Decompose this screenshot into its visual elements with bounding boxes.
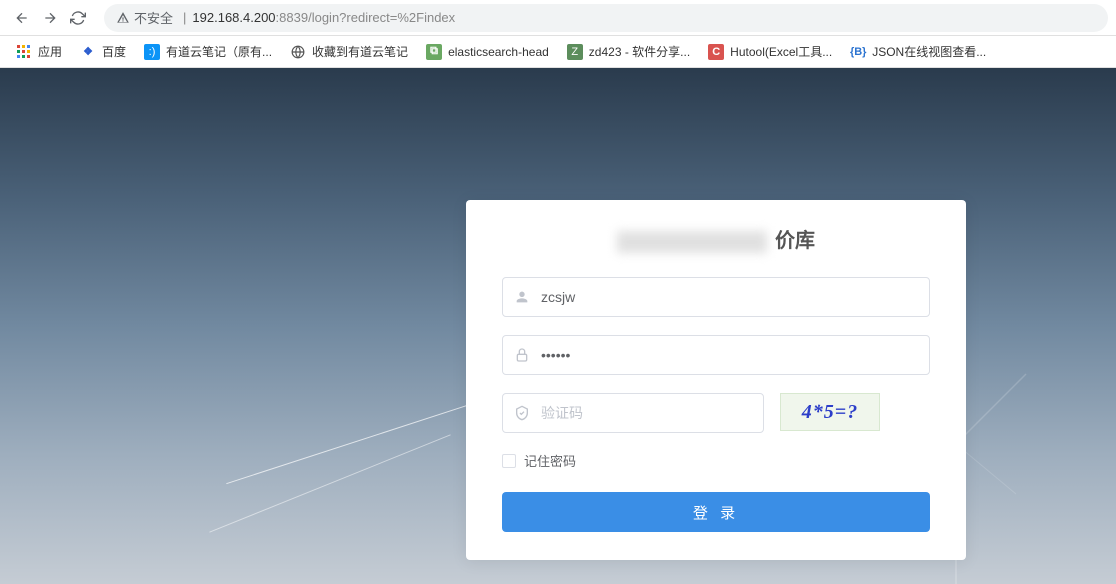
login-title: 价库: [502, 224, 930, 253]
json-icon: {B}: [850, 44, 866, 60]
apps-label: 应用: [38, 43, 62, 60]
bookmark-es[interactable]: ⧉ elasticsearch-head: [418, 40, 557, 64]
title-suffix: 价库: [775, 230, 815, 252]
url-port: :8839: [276, 10, 309, 25]
bookmark-label: 收藏到有道云笔记: [312, 43, 408, 60]
apps-icon: [16, 44, 32, 60]
user-icon: [514, 289, 530, 305]
bookmarks-bar: 应用 ❖ 百度 :) 有道云笔记（原有... 收藏到有道云笔记 ⧉ elasti…: [0, 36, 1116, 68]
bookmark-label: Hutool(Excel工具...: [730, 43, 832, 60]
reload-button[interactable]: [64, 4, 92, 32]
username-input[interactable]: [502, 277, 930, 317]
forward-button[interactable]: [36, 4, 64, 32]
bookmark-label: zd423 - 软件分享...: [589, 43, 690, 60]
bookmark-label: 百度: [102, 43, 126, 60]
login-panel: 价库 4*5=? 记住密码 登 录: [466, 200, 966, 560]
baidu-icon: ❖: [80, 44, 96, 60]
bookmark-youdao[interactable]: :) 有道云笔记（原有...: [136, 39, 280, 64]
zd-icon: Z: [567, 44, 583, 60]
remember-checkbox[interactable]: [502, 454, 516, 468]
remember-label[interactable]: 记住密码: [524, 451, 576, 470]
security-text: 不安全: [134, 8, 173, 27]
url-path: /login?redirect=%2Findex: [308, 10, 455, 25]
shield-check-icon: [514, 405, 530, 421]
bookmark-youdao-fav[interactable]: 收藏到有道云笔记: [282, 39, 416, 64]
title-blurred-part: [617, 231, 767, 253]
captcha-image[interactable]: 4*5=?: [780, 393, 880, 431]
url-separator: |: [183, 10, 186, 25]
arrow-right-icon: [42, 10, 58, 26]
captcha-input[interactable]: [502, 393, 764, 433]
bookmark-hutool[interactable]: C Hutool(Excel工具...: [700, 39, 840, 64]
youdao-icon: :): [144, 44, 160, 60]
arrow-left-icon: [14, 10, 30, 26]
es-icon: ⧉: [426, 44, 442, 60]
security-warning: 不安全: [116, 8, 173, 27]
bookmark-json[interactable]: {B} JSON在线视图查看...: [842, 39, 994, 64]
warning-icon: [116, 11, 130, 25]
apps-button[interactable]: 应用: [8, 39, 70, 64]
lock-icon: [514, 347, 530, 363]
bookmark-baidu[interactable]: ❖ 百度: [72, 39, 134, 64]
address-bar[interactable]: 不安全 | 192.168.4.200:8839/login?redirect=…: [104, 4, 1108, 32]
reload-icon: [70, 10, 86, 26]
page-background: 价库 4*5=? 记住密码 登 录: [0, 68, 1116, 584]
trail-line: [226, 403, 474, 484]
hutool-icon: C: [708, 44, 724, 60]
url-host: 192.168.4.200: [192, 10, 275, 25]
bookmark-zd[interactable]: Z zd423 - 软件分享...: [559, 39, 698, 64]
bookmark-label: JSON在线视图查看...: [872, 43, 986, 60]
back-button[interactable]: [8, 4, 36, 32]
login-button[interactable]: 登 录: [502, 492, 930, 532]
bookmark-label: elasticsearch-head: [448, 45, 549, 59]
password-input[interactable]: [502, 335, 930, 375]
bookmark-label: 有道云笔记（原有...: [166, 43, 272, 60]
globe-icon: [290, 44, 306, 60]
